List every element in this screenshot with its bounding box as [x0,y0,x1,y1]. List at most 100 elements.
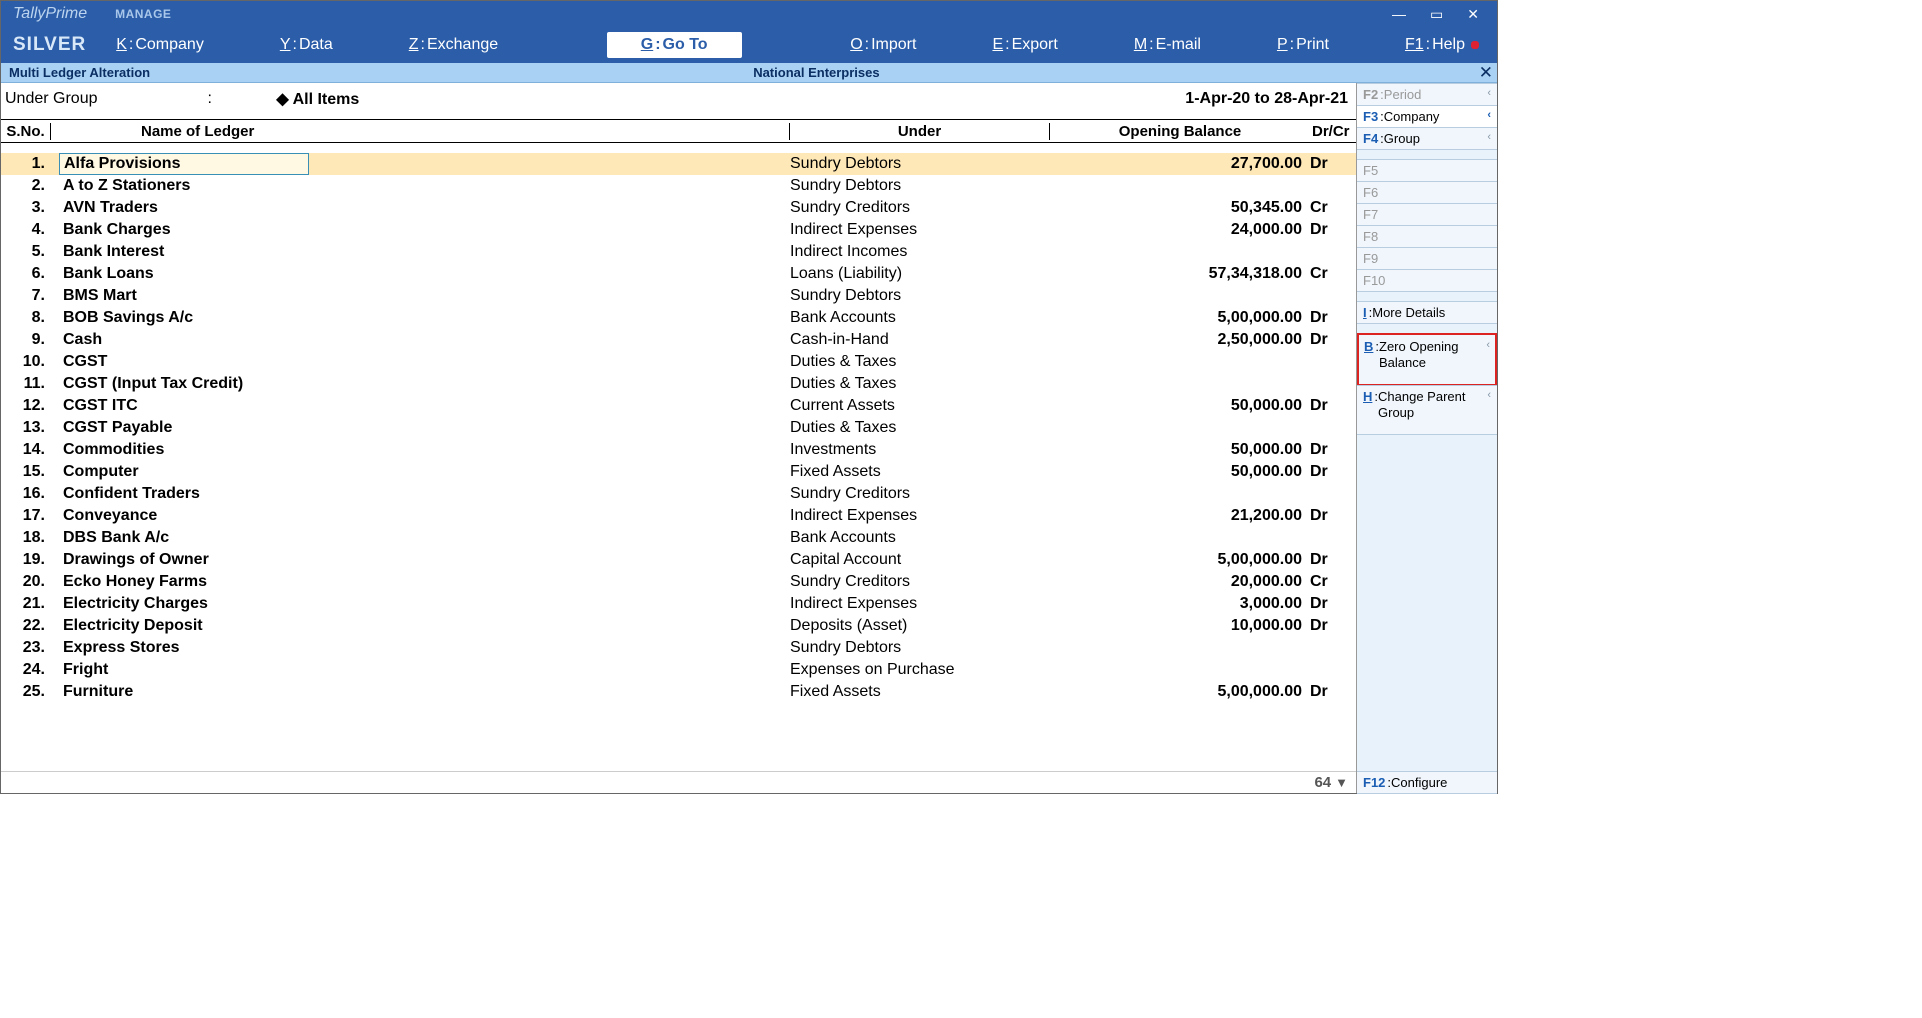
cell-under[interactable]: Sundry Creditors [790,485,1050,503]
cell-drcr[interactable]: Dr [1310,683,1356,701]
table-row[interactable]: 14.CommoditiesInvestments50,000.00Dr [1,439,1356,461]
cell-drcr[interactable]: Dr [1310,507,1356,525]
table-row[interactable]: 9.CashCash-in-Hand2,50,000.00Dr [1,329,1356,351]
cell-balance[interactable]: 5,00,000.00 [1050,683,1310,701]
cell-under[interactable]: Indirect Expenses [790,507,1050,525]
menu-email[interactable]: M:E-mail [1116,32,1219,58]
close-icon[interactable]: ✕ [1467,6,1479,23]
cell-name[interactable]: CGST (Input Tax Credit) [51,375,790,393]
cell-drcr[interactable]: Dr [1310,441,1356,459]
cell-under[interactable]: Investments [790,441,1050,459]
table-row[interactable]: 11.CGST (Input Tax Credit)Duties & Taxes [1,373,1356,395]
cell-name[interactable]: A to Z Stationers [51,177,790,195]
cell-under[interactable]: Fixed Assets [790,683,1050,701]
cell-drcr[interactable]: Dr [1310,463,1356,481]
table-row[interactable]: 3.AVN TradersSundry Creditors50,345.00Cr [1,197,1356,219]
cell-under[interactable]: Duties & Taxes [790,419,1050,437]
cell-under[interactable]: Sundry Debtors [790,177,1050,195]
cell-drcr[interactable]: Dr [1310,309,1356,327]
menu-print[interactable]: P:Print [1259,32,1347,58]
cell-under[interactable]: Sundry Debtors [790,639,1050,657]
cell-name[interactable]: Bank Loans [51,265,790,283]
cell-name[interactable]: Bank Interest [51,243,790,261]
cell-under[interactable]: Sundry Creditors [790,199,1050,217]
cell-name[interactable]: CGST ITC [51,397,790,415]
cell-drcr[interactable]: Dr [1310,221,1356,239]
cell-balance[interactable]: 50,000.00 [1050,463,1310,481]
cell-balance[interactable]: 10,000.00 [1050,617,1310,635]
cell-name[interactable]: CGST Payable [51,419,790,437]
cell-under[interactable]: Expenses on Purchase [790,661,1050,679]
cell-balance[interactable]: 3,000.00 [1050,595,1310,613]
menu-import[interactable]: O:Import [832,32,934,58]
cell-name[interactable]: Confident Traders [51,485,790,503]
cell-under[interactable]: Deposits (Asset) [790,617,1050,635]
rp-more-details[interactable]: I:More Details [1357,301,1497,324]
menu-goto[interactable]: G:Go To [607,32,742,58]
menu-export[interactable]: E:Export [974,32,1075,58]
rp-change-parent-group[interactable]: H:Change Parent Group‹ [1357,385,1497,435]
cell-balance[interactable]: 50,345.00 [1050,199,1310,217]
cell-balance[interactable]: 21,200.00 [1050,507,1310,525]
cell-under[interactable]: Cash-in-Hand [790,331,1050,349]
table-row[interactable]: 4.Bank ChargesIndirect Expenses24,000.00… [1,219,1356,241]
cell-drcr[interactable]: Dr [1310,551,1356,569]
table-row[interactable]: 19.Drawings of OwnerCapital Account5,00,… [1,549,1356,571]
cell-under[interactable]: Bank Accounts [790,529,1050,547]
scroll-down-icon[interactable]: ▼ [1335,775,1348,790]
rp-f3-company[interactable]: F3:Company‹ [1357,105,1497,128]
table-row[interactable]: 18.DBS Bank A/cBank Accounts [1,527,1356,549]
cell-under[interactable]: Fixed Assets [790,463,1050,481]
cell-drcr[interactable]: Cr [1310,573,1356,591]
table-row[interactable]: 7.BMS MartSundry Debtors [1,285,1356,307]
under-group-value[interactable]: ◆ All Items [272,89,359,109]
table-row[interactable]: 20.Ecko Honey FarmsSundry Creditors20,00… [1,571,1356,593]
cell-balance[interactable]: 5,00,000.00 [1050,309,1310,327]
cell-drcr[interactable]: Dr [1310,397,1356,415]
table-row[interactable]: 21.Electricity ChargesIndirect Expenses3… [1,593,1356,615]
minimize-icon[interactable]: — [1392,6,1406,22]
table-row[interactable]: 16.Confident TradersSundry Creditors [1,483,1356,505]
cell-name[interactable]: Commodities [51,441,790,459]
menu-help[interactable]: F1:Help [1387,32,1497,58]
table-row[interactable]: 10.CGSTDuties & Taxes [1,351,1356,373]
cell-under[interactable]: Duties & Taxes [790,375,1050,393]
cell-under[interactable]: Sundry Debtors [790,155,1050,173]
cell-under[interactable]: Duties & Taxes [790,353,1050,371]
cell-name[interactable]: Furniture [51,683,790,701]
table-row[interactable]: 8.BOB Savings A/cBank Accounts5,00,000.0… [1,307,1356,329]
table-row[interactable]: 25.FurnitureFixed Assets5,00,000.00Dr [1,681,1356,703]
cell-under[interactable]: Indirect Incomes [790,243,1050,261]
cell-balance[interactable]: 50,000.00 [1050,441,1310,459]
cell-drcr[interactable]: Cr [1310,199,1356,217]
rp-f12-configure[interactable]: F12:Configure [1357,771,1497,794]
table-row[interactable]: 12.CGST ITCCurrent Assets50,000.00Dr [1,395,1356,417]
cell-balance[interactable]: 27,700.00 [1050,155,1310,173]
cell-name[interactable]: Bank Charges [51,221,790,239]
maximize-icon[interactable]: ▭ [1430,6,1443,23]
cell-name[interactable]: Cash [51,331,790,349]
cell-under[interactable]: Sundry Creditors [790,573,1050,591]
table-row[interactable]: 13.CGST PayableDuties & Taxes [1,417,1356,439]
cell-name[interactable]: AVN Traders [51,199,790,217]
cell-balance[interactable]: 5,00,000.00 [1050,551,1310,569]
cell-drcr[interactable]: Dr [1310,617,1356,635]
cell-under[interactable]: Current Assets [790,397,1050,415]
screen-close-icon[interactable]: ✕ [1475,63,1497,83]
cell-under[interactable]: Loans (Liability) [790,265,1050,283]
rp-zero-opening-balance[interactable]: B:Zero Opening Balance‹ [1357,333,1497,386]
rp-f4-group[interactable]: F4:Group‹ [1357,127,1497,150]
table-row[interactable]: 22.Electricity DepositDeposits (Asset)10… [1,615,1356,637]
cell-balance[interactable]: 2,50,000.00 [1050,331,1310,349]
cell-drcr[interactable]: Dr [1310,155,1356,173]
table-row[interactable]: 17.ConveyanceIndirect Expenses21,200.00D… [1,505,1356,527]
cell-under[interactable]: Capital Account [790,551,1050,569]
cell-balance[interactable]: 50,000.00 [1050,397,1310,415]
cell-name[interactable]: Fright [51,661,790,679]
table-row[interactable]: 5.Bank InterestIndirect Incomes [1,241,1356,263]
cell-name[interactable]: BOB Savings A/c [51,309,790,327]
cell-drcr[interactable]: Dr [1310,595,1356,613]
cell-drcr[interactable]: Dr [1310,331,1356,349]
table-row[interactable]: 23.Express StoresSundry Debtors [1,637,1356,659]
table-row[interactable]: 2.A to Z StationersSundry Debtors [1,175,1356,197]
